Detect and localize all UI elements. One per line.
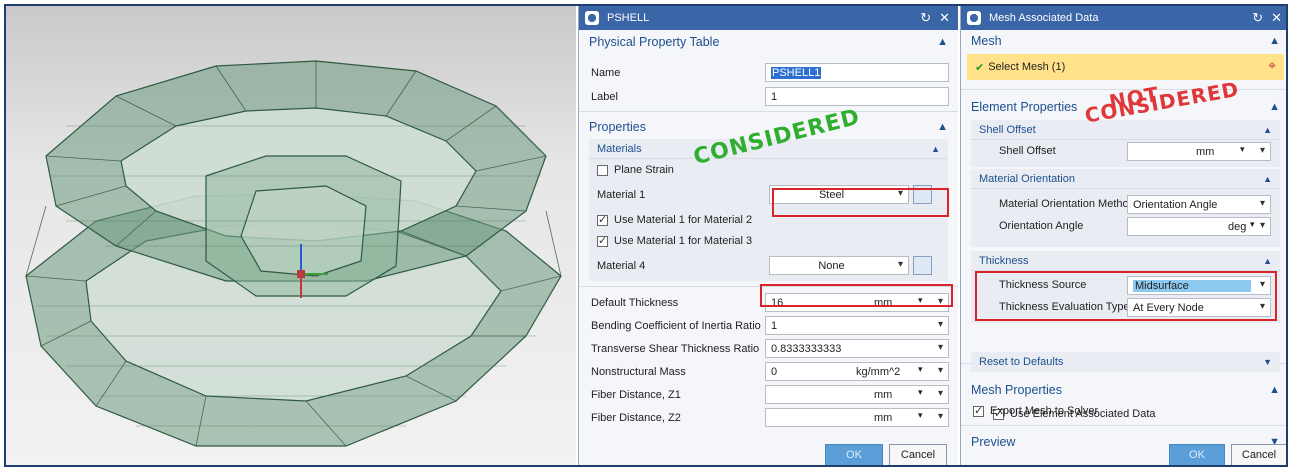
thickness-header[interactable]: Thickness ▲ xyxy=(971,251,1280,271)
unit-dropdown-icon[interactable]: ▾ xyxy=(918,410,923,421)
shell-offset-field[interactable]: mm ▾ xyxy=(1127,142,1271,161)
dialog-title: Mesh Associated Data xyxy=(989,12,1099,24)
pshell-titlebar: PSHELL ↻ ✕ xyxy=(579,6,958,30)
mesh-section: Mesh ▲ ✔ Select Mesh (1) ⌖ xyxy=(961,30,1286,90)
checkbox-icon[interactable] xyxy=(597,234,608,247)
transverse-field[interactable]: 0.8333333333 xyxy=(765,339,949,358)
dialog-title: PSHELL xyxy=(607,12,650,24)
material4-label: Material 4 xyxy=(597,260,646,272)
nonstructural-label: Nonstructural Mass xyxy=(591,366,686,378)
thickness-properties: Default Thickness 16 mm ▾ Bending Coeffi… xyxy=(579,287,958,429)
checkbox-icon[interactable] xyxy=(597,164,608,176)
element-properties-section: Element Properties ▲ Shell Offset ▲ Shel… xyxy=(961,94,1286,420)
orient-angle-label: Orientation Angle xyxy=(999,220,1084,232)
mesh-assoc-titlebar: Mesh Associated Data ↻ ✕ xyxy=(961,6,1286,30)
mesh-properties-section: Mesh Properties ▲ Export Mesh to Solver xyxy=(961,378,1286,426)
reset-icon[interactable]: ↻ xyxy=(1252,10,1265,26)
chevron-up-icon[interactable]: ▲ xyxy=(937,121,948,133)
thickness-group: Thickness ▲ Thickness Source Midsurface … xyxy=(971,251,1280,323)
thickness-highlight xyxy=(975,271,1277,321)
bending-label: Bending Coefficient of Inertia Ratio xyxy=(591,320,761,332)
gear-icon xyxy=(967,11,981,25)
chevron-up-icon[interactable]: ▲ xyxy=(1263,125,1272,135)
orient-angle-field[interactable]: deg ▾ xyxy=(1127,217,1271,236)
mat-orient-method-label: Material Orientation Method xyxy=(999,198,1135,210)
shell-offset-group: Shell Offset ▲ Shell Offset mm ▾ xyxy=(971,120,1280,167)
fiber-z2-field[interactable]: mm ▾ xyxy=(765,408,949,427)
checkbox-icon[interactable] xyxy=(597,213,608,226)
reset-icon[interactable]: ↻ xyxy=(920,10,933,26)
fiber-z2-label: Fiber Distance, Z2 xyxy=(591,412,681,424)
name-label: Name xyxy=(591,67,621,79)
close-icon[interactable]: ✕ xyxy=(1271,10,1284,26)
physical-property-table-header[interactable]: Physical Property Table ▲ xyxy=(579,30,958,54)
mesh-header[interactable]: Mesh ▲ xyxy=(961,30,1286,52)
label-label: Label xyxy=(591,91,618,103)
reset-defaults-bar[interactable]: Reset to Defaults ▼ xyxy=(971,352,1280,372)
material-orientation-group: Material Orientation ▲ Material Orientat… xyxy=(971,169,1280,247)
graphics-viewport[interactable] xyxy=(6,6,576,465)
close-icon[interactable]: ✕ xyxy=(939,10,952,26)
bending-field[interactable]: 1 xyxy=(765,316,949,335)
unit-dropdown-icon[interactable]: ▾ xyxy=(1250,219,1255,230)
mesh-properties-header[interactable]: Mesh Properties ▲ xyxy=(961,378,1286,402)
ok-button[interactable]: OK xyxy=(1169,444,1225,465)
shell-offset-label: Shell Offset xyxy=(999,145,1056,157)
nonstructural-field[interactable]: 0 kg/mm^2 ▾ xyxy=(765,362,949,381)
cancel-button[interactable]: Cancel xyxy=(1231,444,1286,465)
default-thickness-label: Default Thickness xyxy=(591,297,679,309)
chevron-up-icon[interactable]: ▲ xyxy=(1269,35,1280,47)
mesh-associated-data-dialog: Mesh Associated Data ↻ ✕ Mesh ▲ ✔ Select… xyxy=(960,6,1286,465)
screenshot-frame: PSHELL ↻ ✕ Physical Property Table ▲ Nam… xyxy=(4,4,1288,467)
checkbox-icon[interactable] xyxy=(973,404,984,417)
chevron-up-icon[interactable]: ▲ xyxy=(1263,256,1272,266)
transverse-label: Transverse Shear Thickness Ratio xyxy=(591,343,760,355)
material1-highlight xyxy=(772,188,949,217)
checkmark-icon: ✔ xyxy=(975,61,985,74)
default-thickness-highlight xyxy=(760,284,953,307)
chevron-up-icon[interactable]: ▲ xyxy=(1269,384,1280,396)
plane-strain-checkbox[interactable]: Plane Strain xyxy=(597,164,674,176)
material1-label: Material 1 xyxy=(597,189,646,201)
material4-select[interactable]: None xyxy=(769,256,909,275)
unit-dropdown-icon[interactable]: ▾ xyxy=(1240,144,1245,155)
cancel-button[interactable]: Cancel xyxy=(889,444,947,465)
chevron-up-icon[interactable]: ▲ xyxy=(1263,174,1272,184)
material-orientation-header[interactable]: Material Orientation ▲ xyxy=(971,169,1280,189)
chevron-up-icon[interactable]: ▲ xyxy=(931,144,940,154)
crosshair-icon[interactable]: ⌖ xyxy=(1268,57,1276,74)
use-mat1-mat2-checkbox[interactable]: Use Material 1 for Material 2 xyxy=(597,213,752,226)
gear-icon xyxy=(585,11,599,25)
chevron-down-icon[interactable]: ▼ xyxy=(1263,357,1272,367)
chevron-up-icon[interactable]: ▲ xyxy=(1269,101,1280,113)
shell-offset-header[interactable]: Shell Offset ▲ xyxy=(971,120,1280,140)
fiber-z1-field[interactable]: mm ▾ xyxy=(765,385,949,404)
mat-orient-method-select[interactable]: Orientation Angle xyxy=(1127,195,1271,214)
physical-property-table-section: Physical Property Table ▲ Name PSHELL1 L… xyxy=(579,30,958,112)
mesh-model xyxy=(25,60,562,447)
label-field[interactable]: 1 xyxy=(765,87,949,106)
fiber-z1-label: Fiber Distance, Z1 xyxy=(591,389,681,401)
unit-dropdown-icon[interactable]: ▾ xyxy=(918,364,923,375)
pshell-dialog: PSHELL ↻ ✕ Physical Property Table ▲ Nam… xyxy=(578,6,958,465)
export-mesh-checkbox[interactable]: Export Mesh to Solver xyxy=(973,404,1098,417)
name-field[interactable]: PSHELL1 xyxy=(765,63,949,82)
unit-dropdown-icon[interactable]: ▾ xyxy=(918,387,923,398)
chevron-up-icon[interactable]: ▲ xyxy=(937,36,948,48)
material-browse-icon[interactable] xyxy=(913,256,932,275)
use-mat1-mat3-checkbox[interactable]: Use Material 1 for Material 3 xyxy=(597,234,752,247)
ok-button[interactable]: OK xyxy=(825,444,883,465)
